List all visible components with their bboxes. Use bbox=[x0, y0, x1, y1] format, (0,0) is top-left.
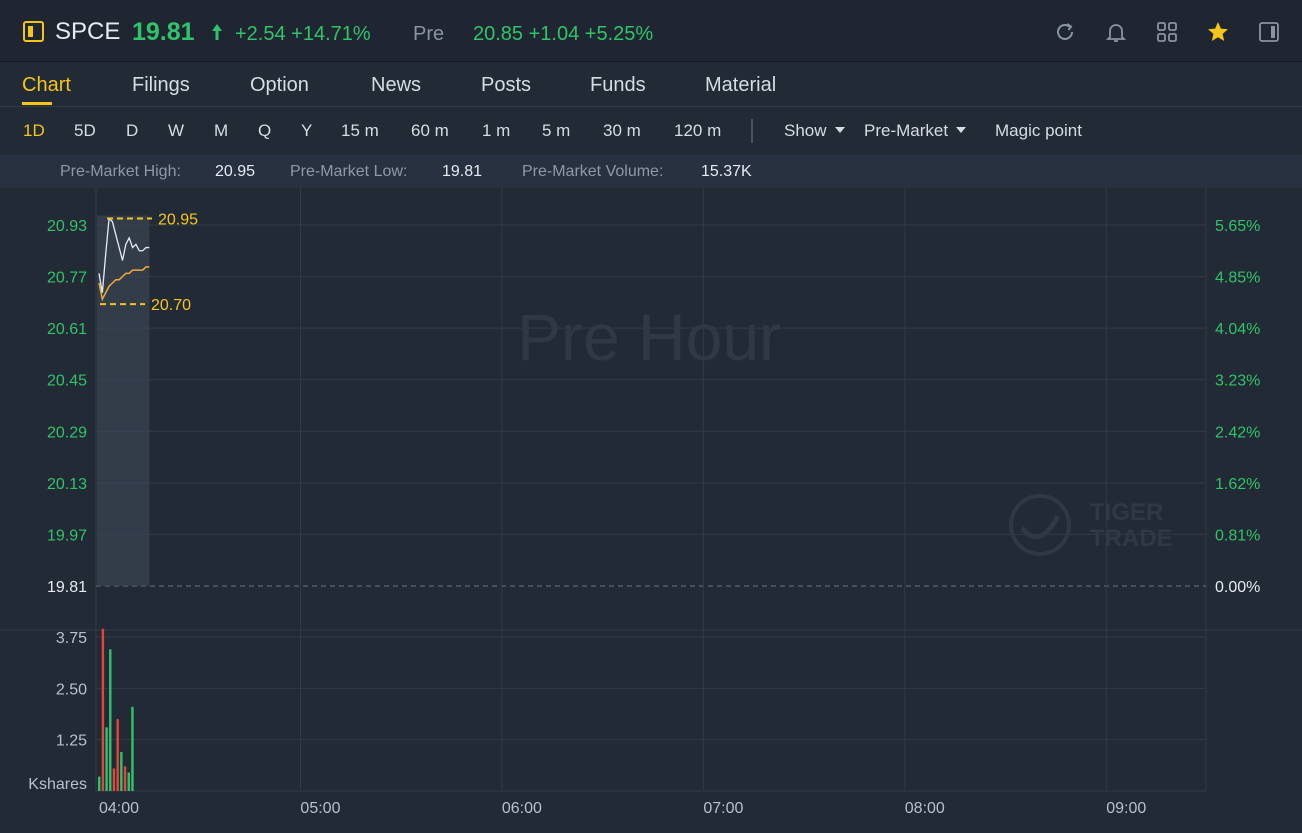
brand-watermark-line1: TIGER bbox=[1090, 499, 1163, 526]
period-month[interactable]: M bbox=[214, 121, 228, 141]
percent-tick-label: 3.23% bbox=[1215, 373, 1260, 390]
last-price: 19.81 bbox=[132, 18, 195, 46]
pre-market-volume-value: 15.37K bbox=[701, 163, 752, 180]
magic-point-button[interactable]: Magic point bbox=[995, 121, 1082, 141]
period-30m[interactable]: 30 m bbox=[603, 121, 641, 141]
pre-market-low-label: Pre-Market Low: bbox=[290, 163, 408, 180]
star-icon[interactable] bbox=[1206, 20, 1230, 44]
pre-market-info-bar: Pre-Market High: 20.95 Pre-Market Low: 1… bbox=[0, 155, 1302, 188]
active-tab-indicator bbox=[22, 102, 52, 105]
percent-tick-label: 2.42% bbox=[1215, 424, 1260, 441]
price-tick-label: 20.61 bbox=[47, 321, 87, 338]
refresh-icon[interactable] bbox=[1053, 20, 1077, 44]
session-dropdown-label: Pre-Market bbox=[864, 121, 949, 140]
tab-funds[interactable]: Funds bbox=[590, 74, 646, 97]
bell-icon[interactable] bbox=[1104, 20, 1128, 44]
volume-bar bbox=[120, 751, 123, 791]
price-tick-label: 20.13 bbox=[47, 476, 87, 493]
tab-news[interactable]: News bbox=[371, 74, 421, 97]
volume-bar bbox=[101, 628, 105, 791]
time-tick-label: 09:00 bbox=[1106, 800, 1146, 817]
percent-tick-label: 1.62% bbox=[1215, 476, 1260, 493]
time-tick-label: 07:00 bbox=[703, 800, 743, 817]
period-quarter[interactable]: Q bbox=[258, 121, 271, 141]
time-tick-label: 05:00 bbox=[300, 800, 340, 817]
tiger-logo-watermark bbox=[1020, 514, 1061, 540]
period-1m[interactable]: 1 m bbox=[482, 121, 510, 141]
period-60m[interactable]: 60 m bbox=[411, 121, 449, 141]
arrow-up-icon bbox=[212, 24, 222, 40]
volume-bar bbox=[109, 649, 112, 791]
period-week[interactable]: W bbox=[168, 121, 184, 141]
tab-option[interactable]: Option bbox=[250, 74, 309, 97]
toolbar-divider bbox=[751, 119, 753, 143]
period-5m[interactable]: 5 m bbox=[542, 121, 570, 141]
intraday-chart[interactable]: 20.93 5.65% 20.77 4.85% 20.61 4.04% 20.45 3.23%… bbox=[0, 188, 1302, 833]
volume-bar bbox=[123, 766, 127, 791]
symbol: SPCE bbox=[55, 18, 121, 45]
volume-bar bbox=[98, 776, 101, 791]
tab-filings[interactable]: Filings bbox=[132, 74, 190, 97]
pre-market-low-value: 19.81 bbox=[442, 163, 483, 180]
show-dropdown[interactable]: Show bbox=[784, 121, 845, 141]
brand-watermark-line2: TRADE bbox=[1090, 525, 1173, 552]
price-tick-label: 20.45 bbox=[47, 373, 87, 390]
volume-tick-label: 3.75 bbox=[56, 630, 87, 647]
market-status-icon bbox=[23, 21, 44, 42]
volume-bar bbox=[116, 719, 119, 791]
pre-hour-watermark: Pre Hour bbox=[517, 300, 781, 374]
volume-bar bbox=[131, 706, 134, 791]
chart-canvas[interactable]: 20.93 5.65% 20.77 4.85% 20.61 4.04% 20.45 3.23%… bbox=[0, 188, 1302, 833]
volume-bar bbox=[112, 768, 116, 791]
period-5d[interactable]: 5D bbox=[74, 121, 96, 141]
price-tick-label: 20.77 bbox=[47, 270, 87, 287]
percent-tick-label: 5.65% bbox=[1215, 218, 1260, 235]
pre-market-volume-label: Pre-Market Volume: bbox=[522, 163, 664, 180]
session-dropdown[interactable]: Pre-Market bbox=[864, 121, 967, 141]
price-change: +2.54 +14.71% bbox=[235, 23, 371, 45]
pre-market-quote: 20.85 +1.04 +5.25% bbox=[473, 23, 654, 45]
volume-unit-label: Kshares bbox=[28, 776, 87, 793]
period-year[interactable]: Y bbox=[301, 121, 312, 141]
grid-icon[interactable] bbox=[1155, 20, 1179, 44]
show-dropdown-label: Show bbox=[784, 121, 827, 140]
volume-tick-label: 1.25 bbox=[56, 733, 87, 750]
percent-tick-label: 0.00% bbox=[1215, 579, 1260, 596]
tab-posts[interactable]: Posts bbox=[481, 74, 531, 97]
tiger-logo-watermark bbox=[1009, 494, 1071, 556]
caret-down-icon bbox=[956, 126, 967, 133]
period-120m[interactable]: 120 m bbox=[674, 121, 721, 141]
chart-toolbar: 1D 5D D W M Q Y 15 m 60 m 1 m 5 m 30 m 1… bbox=[0, 107, 1302, 155]
pre-market-label: Pre bbox=[413, 23, 445, 45]
volume-bar bbox=[127, 772, 130, 791]
pre-market-high-label: Pre-Market High: bbox=[60, 163, 181, 180]
period-15m[interactable]: 15 m bbox=[341, 121, 379, 141]
time-tick-label: 04:00 bbox=[99, 800, 139, 817]
tab-material[interactable]: Material bbox=[705, 74, 776, 97]
volume-bar bbox=[105, 727, 108, 791]
price-tick-label: 19.81 bbox=[47, 579, 87, 596]
tab-chart[interactable]: Chart bbox=[22, 74, 71, 97]
quote-header: SPCE 19.81 +2.54 +14.71% Pre 20.85 +1.04… bbox=[0, 0, 1302, 62]
caret-down-icon bbox=[834, 126, 845, 133]
percent-tick-label: 4.04% bbox=[1215, 321, 1260, 338]
period-1d[interactable]: 1D bbox=[23, 121, 45, 141]
percent-tick-label: 0.81% bbox=[1215, 527, 1260, 544]
tab-bar: Chart Filings Option News Posts Funds Ma… bbox=[0, 62, 1302, 107]
percent-tick-label: 4.85% bbox=[1215, 270, 1260, 287]
high-marker-label: 20.95 bbox=[158, 212, 198, 229]
time-tick-label: 08:00 bbox=[905, 800, 945, 817]
low-marker-label: 20.70 bbox=[151, 297, 191, 314]
price-tick-label: 20.29 bbox=[47, 424, 87, 441]
price-tick-label: 20.93 bbox=[47, 218, 87, 235]
pre-market-high-value: 20.95 bbox=[215, 163, 256, 180]
price-tick-label: 19.97 bbox=[47, 527, 87, 544]
period-day[interactable]: D bbox=[126, 121, 138, 141]
panel-icon[interactable] bbox=[1257, 20, 1281, 44]
volume-tick-label: 2.50 bbox=[56, 681, 87, 698]
time-tick-label: 06:00 bbox=[502, 800, 542, 817]
